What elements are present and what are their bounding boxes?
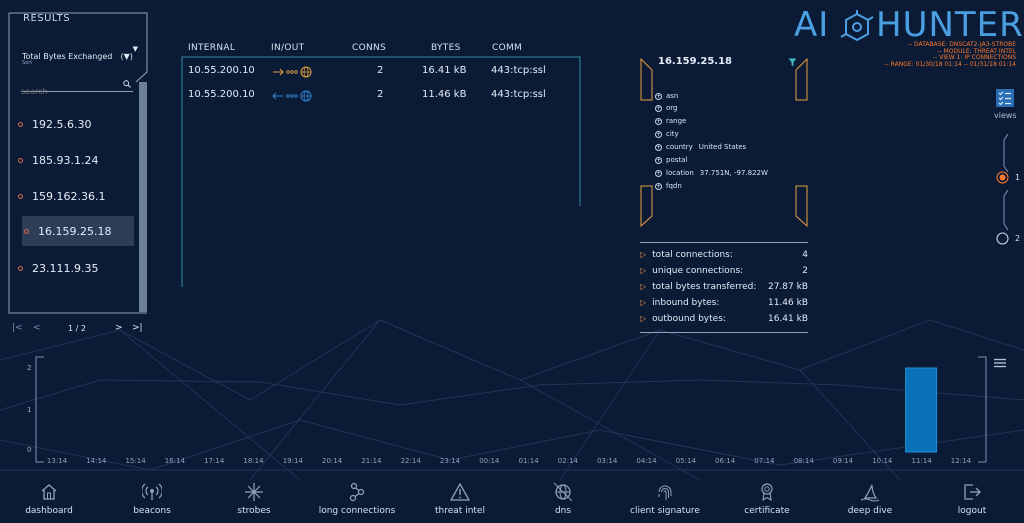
- timeline-bracket-right: [978, 356, 987, 463]
- menu-icon[interactable]: [994, 358, 1006, 368]
- timeline-chart: [35, 356, 987, 463]
- timeline-bar[interactable]: [905, 367, 938, 453]
- timeline-bracket-left: [35, 356, 44, 463]
